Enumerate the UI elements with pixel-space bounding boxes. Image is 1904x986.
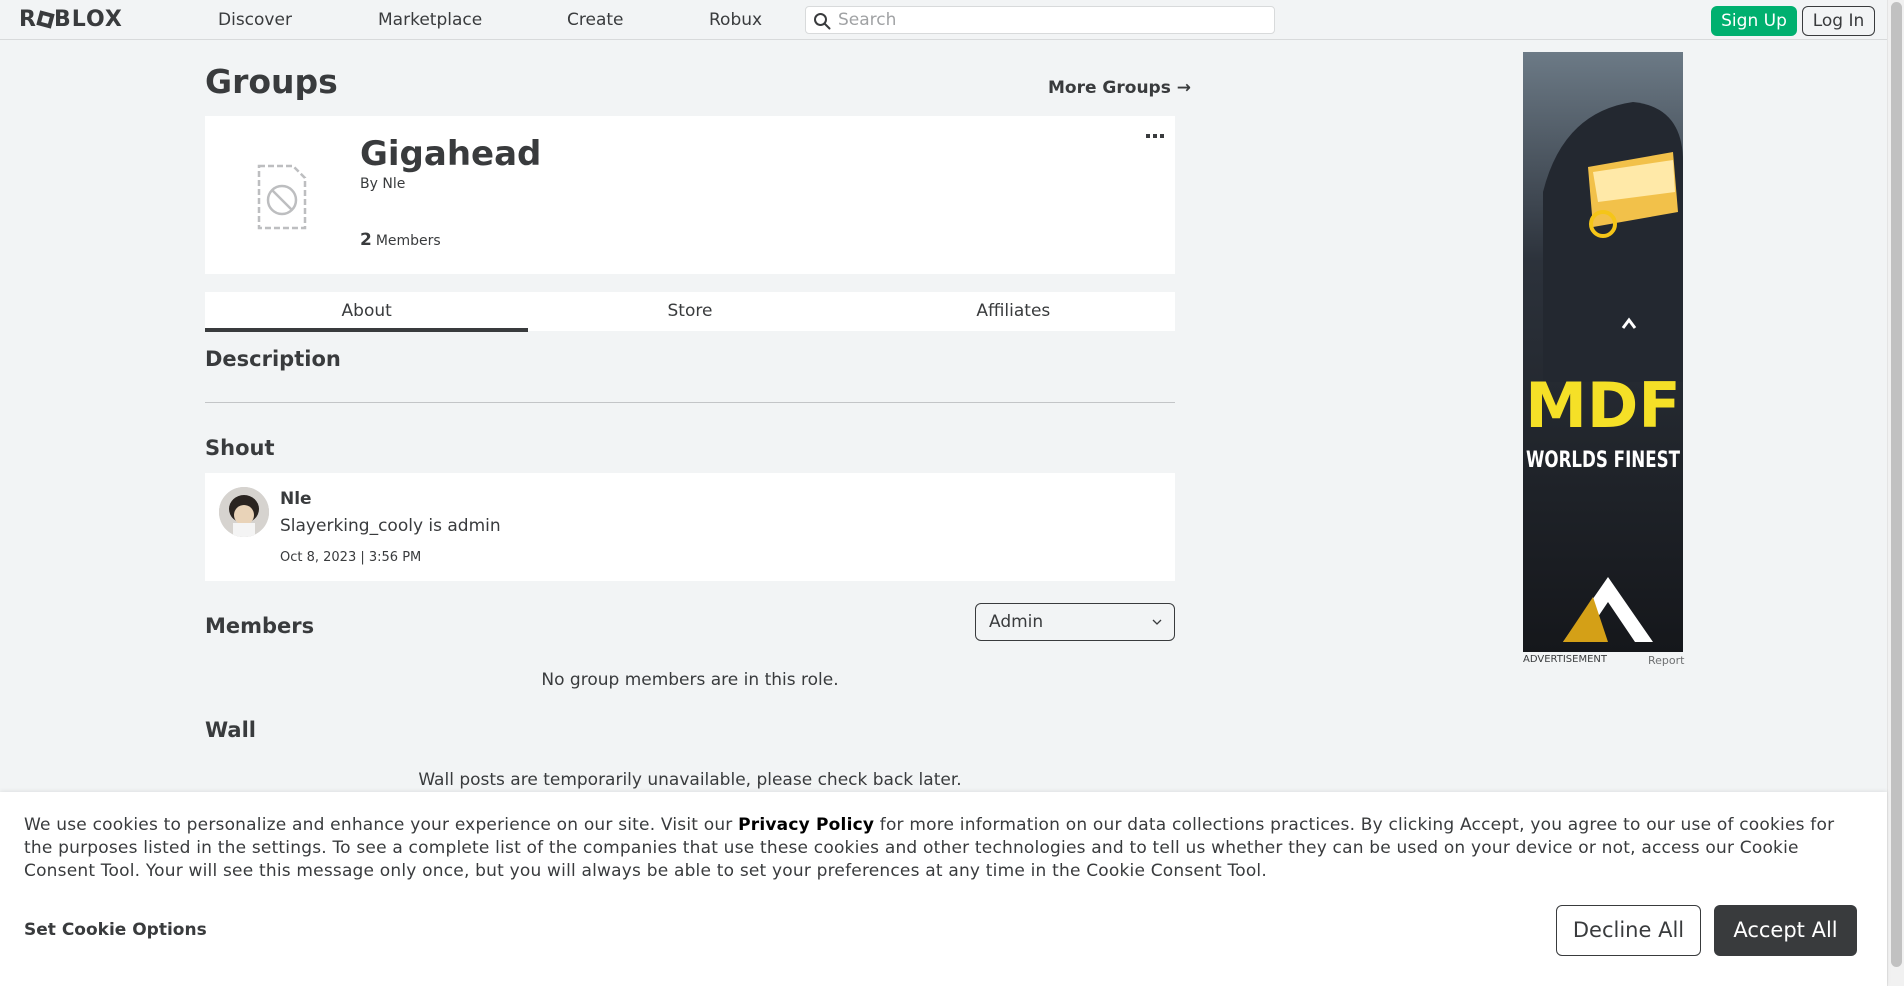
nav-create[interactable]: Create xyxy=(567,10,624,30)
shout-date: Oct 8, 2023 | 3:56 PM xyxy=(280,550,422,565)
nav-marketplace[interactable]: Marketplace xyxy=(378,10,482,30)
role-dropdown[interactable]: Admin xyxy=(975,603,1175,641)
privacy-policy-link[interactable]: Privacy Policy xyxy=(738,815,874,835)
advertisement-label: ADVERTISEMENT xyxy=(1523,654,1608,665)
shout-body: Slayerking_cooly is admin xyxy=(280,516,501,536)
decline-all-button[interactable]: Decline All xyxy=(1556,905,1701,956)
scrollbar-thumb[interactable] xyxy=(1891,2,1902,967)
roblox-logo[interactable]: R BLOX xyxy=(19,9,123,31)
ad-report-link[interactable]: Report xyxy=(1648,654,1684,667)
ad-brand-text: MDF xyxy=(1525,369,1681,442)
group-member-count: 2 Members xyxy=(360,230,441,250)
top-nav: R BLOX Discover Marketplace Create Robux … xyxy=(0,0,1887,40)
tab-affiliates[interactable]: Affiliates xyxy=(852,292,1175,331)
wall-unavailable-message: Wall posts are temporarily unavailable, … xyxy=(418,770,962,790)
cookie-message: We use cookies to personalize and enhanc… xyxy=(24,814,1864,883)
log-in-button[interactable]: Log In xyxy=(1802,6,1875,36)
search-box[interactable] xyxy=(805,6,1275,34)
cookie-consent-banner: We use cookies to personalize and enhanc… xyxy=(0,792,1887,986)
sign-up-button[interactable]: Sign Up xyxy=(1711,6,1797,36)
group-emblem-placeholder-icon xyxy=(257,164,307,230)
page-title: Groups xyxy=(205,62,338,101)
group-name: Gigahead xyxy=(360,134,542,174)
group-owner-line: By Nle xyxy=(360,176,405,192)
member-count-label: Members xyxy=(375,233,441,249)
set-cookie-options-link[interactable]: Set Cookie Options xyxy=(24,920,207,940)
advertisement-image: MDF WORLDS FINEST xyxy=(1523,52,1683,652)
tab-about[interactable]: About xyxy=(205,292,529,332)
more-groups-link[interactable]: More Groups → xyxy=(1048,78,1191,98)
wall-heading: Wall xyxy=(205,718,256,742)
nav-robux[interactable]: Robux xyxy=(709,10,762,30)
shout-card: Nle Slayerking_cooly is admin Oct 8, 202… xyxy=(205,473,1175,581)
search-input[interactable] xyxy=(838,9,1258,31)
accept-all-button[interactable]: Accept All xyxy=(1714,905,1857,956)
search-icon xyxy=(814,13,831,30)
group-header-card: Gigahead By Nle 2 Members xyxy=(205,116,1175,274)
by-label: By xyxy=(360,176,378,192)
group-owner-link[interactable]: Nle xyxy=(382,176,405,192)
more-options-icon[interactable] xyxy=(1145,132,1165,140)
member-count-value: 2 xyxy=(360,230,372,250)
description-heading: Description xyxy=(205,347,341,371)
nav-discover[interactable]: Discover xyxy=(218,10,292,30)
cookie-text-before: We use cookies to personalize and enhanc… xyxy=(24,815,739,835)
avatar[interactable] xyxy=(219,487,269,537)
ad-tagline-text: WORLDS FINEST xyxy=(1526,448,1680,473)
advertisement-banner[interactable]: MDF WORLDS FINEST xyxy=(1523,52,1683,652)
group-tabs: About Store Affiliates xyxy=(205,292,1175,332)
no-members-message: No group members are in this role. xyxy=(541,670,839,690)
page-scrollbar[interactable] xyxy=(1887,0,1904,986)
members-heading: Members xyxy=(205,614,315,638)
shout-poster-name[interactable]: Nle xyxy=(280,489,312,509)
shout-heading: Shout xyxy=(205,436,275,460)
tab-store[interactable]: Store xyxy=(528,292,851,331)
description-divider xyxy=(205,402,1175,403)
role-dropdown-value: Admin xyxy=(989,612,1044,632)
chevron-down-icon xyxy=(1152,619,1162,625)
